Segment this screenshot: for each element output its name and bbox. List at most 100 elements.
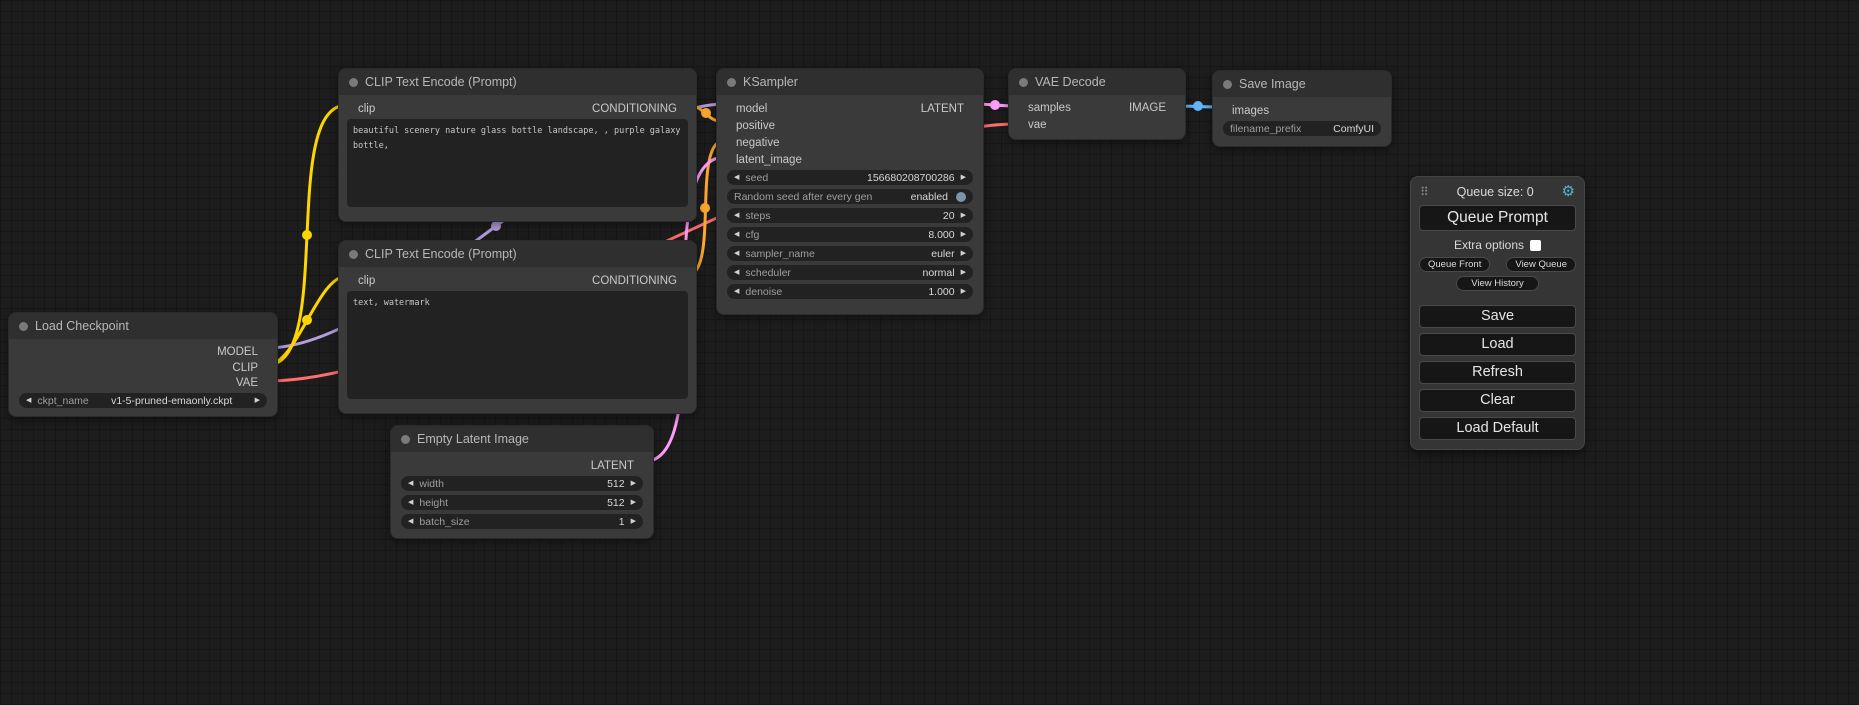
collapse-dot-icon[interactable] <box>349 250 358 259</box>
model-output-slot[interactable] <box>264 347 273 356</box>
node-title-bar[interactable]: VAE Decode <box>1009 69 1185 95</box>
negative-prompt-textarea[interactable]: text, watermark <box>347 291 688 399</box>
toggle-dot-icon[interactable] <box>956 192 966 202</box>
node-title-bar[interactable]: KSampler <box>717 69 983 95</box>
batch-size-widget[interactable]: ◀ batch_size 1 ▶ <box>401 514 643 529</box>
filename-prefix-widget[interactable]: filename_prefix ComfyUI <box>1223 121 1381 136</box>
collapse-dot-icon[interactable] <box>727 78 736 87</box>
node-title: KSampler <box>743 75 798 89</box>
clip-output-slot[interactable] <box>264 363 273 372</box>
node-clip-text-encode-positive[interactable]: CLIP Text Encode (Prompt) clip CONDITION… <box>338 68 697 222</box>
collapse-dot-icon[interactable] <box>19 322 28 331</box>
clip-input-slot[interactable] <box>343 276 352 285</box>
prev-value-icon[interactable]: ◀ <box>734 269 739 276</box>
clip-input-slot[interactable] <box>343 104 352 113</box>
increment-icon[interactable]: ▶ <box>961 231 966 238</box>
view-history-button[interactable]: View History <box>1456 276 1539 291</box>
node-title-bar[interactable]: Empty Latent Image <box>391 426 653 452</box>
widget-value: 512 <box>607 497 625 509</box>
negative-input-label: negative <box>736 137 779 149</box>
clip-input-label: clip <box>358 103 375 115</box>
conditioning-output-slot[interactable] <box>683 104 692 113</box>
increment-icon[interactable]: ▶ <box>961 174 966 181</box>
refresh-button[interactable]: Refresh <box>1419 361 1576 384</box>
latent-output-slot[interactable] <box>970 104 979 113</box>
node-clip-text-encode-negative[interactable]: CLIP Text Encode (Prompt) clip CONDITION… <box>338 240 697 414</box>
steps-widget[interactable]: ◀ steps 20 ▶ <box>727 208 973 223</box>
increment-icon[interactable]: ▶ <box>961 288 966 295</box>
increment-icon[interactable]: ▶ <box>631 499 636 506</box>
collapse-dot-icon[interactable] <box>1019 78 1028 87</box>
decrement-icon[interactable]: ◀ <box>734 288 739 295</box>
model-input-slot[interactable] <box>721 104 730 113</box>
images-input-slot[interactable] <box>1217 106 1226 115</box>
node-title-bar[interactable]: CLIP Text Encode (Prompt) <box>339 241 696 267</box>
queue-front-button[interactable]: Queue Front <box>1419 257 1490 272</box>
load-default-button[interactable]: Load Default <box>1419 417 1576 440</box>
sampler-name-widget[interactable]: ◀ sampler_name euler ▶ <box>727 246 973 261</box>
decrement-icon[interactable]: ◀ <box>408 518 413 525</box>
model-input-label: model <box>736 103 767 115</box>
scheduler-widget[interactable]: ◀ scheduler normal ▶ <box>727 265 973 280</box>
decrement-icon[interactable]: ◀ <box>408 499 413 506</box>
vae-input-label: vae <box>1028 119 1047 131</box>
drag-handle-icon[interactable]: ⠿ <box>1420 185 1429 199</box>
positive-prompt-textarea[interactable]: beautiful scenery nature glass bottle la… <box>347 119 688 207</box>
node-title-bar[interactable]: Save Image <box>1213 71 1391 97</box>
prev-value-icon[interactable]: ◀ <box>734 250 739 257</box>
load-button[interactable]: Load <box>1419 333 1576 356</box>
conditioning-output-slot[interactable] <box>683 276 692 285</box>
cfg-widget[interactable]: ◀ cfg 8.000 ▶ <box>727 227 973 242</box>
denoise-widget[interactable]: ◀ denoise 1.000 ▶ <box>727 284 973 299</box>
next-value-icon[interactable]: ▶ <box>255 397 260 404</box>
node-graph-canvas[interactable]: Load Checkpoint MODEL CLIP VAE ◀ ckpt_na… <box>0 0 1859 705</box>
image-output-slot[interactable] <box>1172 104 1181 113</box>
seed-widget[interactable]: ◀ seed 156680208700286 ▶ <box>727 170 973 185</box>
model-output-label: MODEL <box>217 346 258 358</box>
collapse-dot-icon[interactable] <box>401 435 410 444</box>
widget-value: 512 <box>607 478 625 490</box>
vae-output-slot[interactable] <box>264 379 273 388</box>
decrement-icon[interactable]: ◀ <box>734 174 739 181</box>
queue-prompt-button[interactable]: Queue Prompt <box>1419 205 1576 231</box>
settings-gear-icon[interactable]: ⚙ <box>1562 184 1575 199</box>
ckpt-name-widget[interactable]: ◀ ckpt_name v1-5-pruned-emaonly.ckpt ▶ <box>19 393 267 408</box>
node-empty-latent-image[interactable]: Empty Latent Image LATENT ◀ width 512 ▶ … <box>390 425 654 539</box>
view-queue-button[interactable]: View Queue <box>1506 257 1576 272</box>
increment-icon[interactable]: ▶ <box>631 518 636 525</box>
prev-value-icon[interactable]: ◀ <box>26 397 31 404</box>
wire-midpoint-dot <box>701 108 711 118</box>
node-title-bar[interactable]: CLIP Text Encode (Prompt) <box>339 69 696 95</box>
collapse-dot-icon[interactable] <box>1223 80 1232 89</box>
random-seed-toggle-widget[interactable]: Random seed after every gen enabled <box>727 189 973 204</box>
latent-output-slot[interactable] <box>640 461 649 470</box>
next-value-icon[interactable]: ▶ <box>961 269 966 276</box>
latent-image-input-slot[interactable] <box>721 155 730 164</box>
width-widget[interactable]: ◀ width 512 ▶ <box>401 476 643 491</box>
increment-icon[interactable]: ▶ <box>631 480 636 487</box>
next-value-icon[interactable]: ▶ <box>961 250 966 257</box>
conditioning-output-label: CONDITIONING <box>592 103 677 115</box>
samples-input-slot[interactable] <box>1013 104 1022 113</box>
node-save-image[interactable]: Save Image images filename_prefix ComfyU… <box>1212 70 1392 147</box>
widget-value: enabled <box>911 191 948 203</box>
latent-output-label: LATENT <box>591 460 634 472</box>
widget-label: batch_size <box>419 516 469 528</box>
decrement-icon[interactable]: ◀ <box>734 212 739 219</box>
extra-options-checkbox[interactable] <box>1530 240 1541 251</box>
positive-input-slot[interactable] <box>721 121 730 130</box>
negative-input-slot[interactable] <box>721 138 730 147</box>
node-load-checkpoint[interactable]: Load Checkpoint MODEL CLIP VAE ◀ ckpt_na… <box>8 312 278 417</box>
height-widget[interactable]: ◀ height 512 ▶ <box>401 495 643 510</box>
node-vae-decode[interactable]: VAE Decode samples IMAGE vae <box>1008 68 1186 140</box>
widget-value: euler <box>931 248 954 260</box>
save-button[interactable]: Save <box>1419 305 1576 328</box>
increment-icon[interactable]: ▶ <box>961 212 966 219</box>
node-title-bar[interactable]: Load Checkpoint <box>9 313 277 339</box>
collapse-dot-icon[interactable] <box>349 78 358 87</box>
decrement-icon[interactable]: ◀ <box>408 480 413 487</box>
node-ksampler[interactable]: KSampler model LATENT positive negative … <box>716 68 984 315</box>
decrement-icon[interactable]: ◀ <box>734 231 739 238</box>
vae-input-slot[interactable] <box>1013 120 1022 129</box>
clear-button[interactable]: Clear <box>1419 389 1576 412</box>
